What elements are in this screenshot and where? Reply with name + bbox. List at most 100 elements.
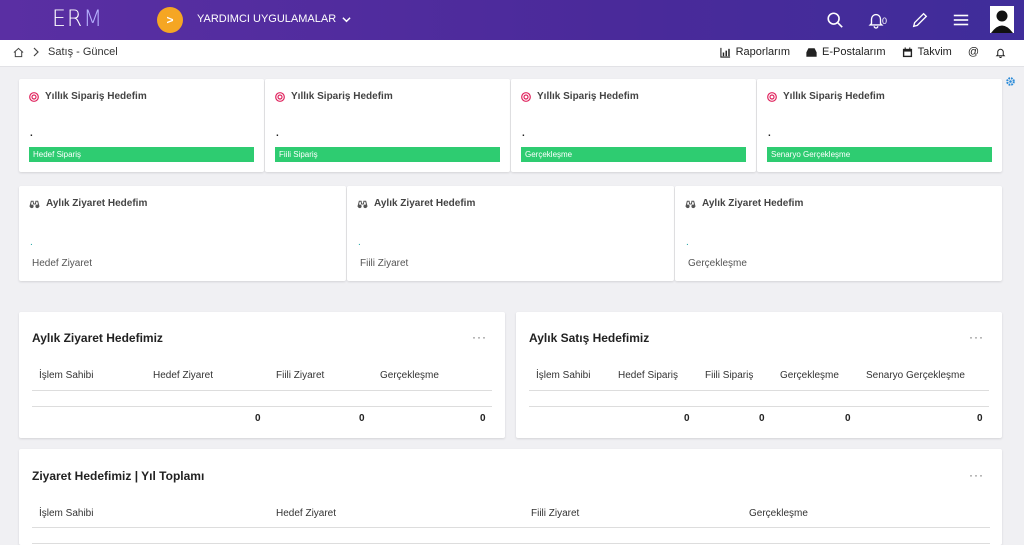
notification-count: 0 <box>882 16 888 26</box>
divider <box>32 527 990 528</box>
calendar-link[interactable]: Takvim <box>902 46 952 58</box>
header-actions: Raporlarım E-Postalarım Takvim @ <box>719 46 1006 58</box>
kpi-card-value: . <box>522 128 525 139</box>
visit-card: Aylık Ziyaret Hedefim . Hedef Ziyaret <box>19 186 346 281</box>
kpi-progress-bar: Gerçekleşme <box>521 147 746 162</box>
column-header[interactable]: Gerçekleşme <box>749 508 808 519</box>
kpi-card: Yıllık Sipariş Hedefim . Senaryo Gerçekl… <box>757 79 1002 172</box>
visit-card-title: Aylık Ziyaret Hedefim <box>374 198 476 209</box>
total-value: 0 <box>977 413 983 424</box>
column-header[interactable]: İşlem Sahibi <box>39 508 93 519</box>
kpi-card: Yıllık Sipariş Hedefim . Fiili Sipariş <box>265 79 510 172</box>
binoculars-icon <box>357 200 368 208</box>
binoculars-icon <box>29 200 40 208</box>
kpi-card: Yıllık Sipariş Hedefim . Gerçekleşme <box>511 79 756 172</box>
search-icon[interactable] <box>823 8 847 32</box>
visit-card: Aylık Ziyaret Hedefim . Gerçekleşme <box>675 186 1002 281</box>
kpi-progress-bar: Hedef Sipariş <box>29 147 254 162</box>
mention-icon[interactable]: @ <box>968 46 979 58</box>
column-header[interactable]: Gerçekleşme <box>380 370 439 381</box>
chevron-down-icon <box>342 16 351 22</box>
column-header[interactable]: Gerçekleşme <box>780 370 839 381</box>
expand-apps-button[interactable]: > <box>157 7 183 33</box>
divider <box>32 390 492 391</box>
bar-chart-icon <box>719 47 730 58</box>
kpi-card-title: Yıllık Sipariş Hedefim <box>45 91 147 102</box>
target-icon <box>29 91 39 102</box>
more-options-icon[interactable]: ··· <box>969 330 984 344</box>
column-header[interactable]: Hedef Ziyaret <box>276 508 336 519</box>
total-value: 0 <box>845 413 851 424</box>
kpi-card-title: Yıllık Sipariş Hedefim <box>783 91 885 102</box>
kpi-card-value: . <box>30 128 33 139</box>
target-icon <box>767 91 777 102</box>
settings-gear-icon[interactable] <box>1005 76 1016 87</box>
alert-bell-icon[interactable] <box>995 47 1006 58</box>
visit-card-title: Aylık Ziyaret Hedefim <box>702 198 804 209</box>
column-header[interactable]: Senaryo Gerçekleşme <box>866 370 965 381</box>
column-header[interactable]: Hedef Sipariş <box>618 370 678 381</box>
apps-dropdown-label: YARDIMCI UYGULAMALAR <box>197 13 337 25</box>
kpi-card-title: Yıllık Sipariş Hedefim <box>537 91 639 102</box>
column-header[interactable]: İşlem Sahibi <box>536 370 590 381</box>
visit-card-label: Gerçekleşme <box>688 258 747 269</box>
breadcrumb: Satış - Güncel <box>13 46 118 58</box>
chevron-right-icon: > <box>166 13 174 27</box>
panel-title: Aylık Satış Hedefimiz <box>529 331 650 345</box>
home-icon[interactable] <box>13 47 24 58</box>
visit-card: Aylık Ziyaret Hedefim . Fiili Ziyaret <box>347 186 674 281</box>
more-options-icon[interactable]: ··· <box>472 330 487 344</box>
target-icon <box>275 91 285 102</box>
chevron-right-icon <box>33 47 39 57</box>
yearly-visit-panel: Ziyaret Hedefimiz | Yıl Toplamı ··· İşle… <box>19 449 1002 545</box>
reports-link[interactable]: Raporlarım <box>719 46 791 58</box>
visit-card-title: Aylık Ziyaret Hedefim <box>46 198 148 209</box>
divider <box>529 406 989 407</box>
total-value: 0 <box>359 413 365 424</box>
apps-dropdown[interactable]: YARDIMCI UYGULAMALAR <box>197 13 351 25</box>
divider <box>529 390 989 391</box>
total-value: 0 <box>684 413 690 424</box>
top-navigation-bar: ERM > YARDIMCI UYGULAMALAR 0 <box>0 0 1024 40</box>
emails-label: E-Postalarım <box>822 46 886 58</box>
column-header[interactable]: Fiili Sipariş <box>705 370 753 381</box>
kpi-card-title: Yıllık Sipariş Hedefim <box>291 91 393 102</box>
column-header[interactable]: Hedef Ziyaret <box>153 370 213 381</box>
kpi-progress-bar: Fiili Sipariş <box>275 147 500 162</box>
panel-title: Aylık Ziyaret Hedefimiz <box>32 331 163 345</box>
edit-pencil-icon[interactable] <box>908 8 932 32</box>
target-icon <box>521 91 531 102</box>
column-header[interactable]: Fiili Ziyaret <box>531 508 579 519</box>
kpi-card: Yıllık Sipariş Hedefim . Hedef Sipariş <box>19 79 264 172</box>
column-header[interactable]: İşlem Sahibi <box>39 370 93 381</box>
divider <box>32 406 492 407</box>
inbox-icon <box>806 47 817 57</box>
panel-title: Ziyaret Hedefimiz | Yıl Toplamı <box>32 469 205 483</box>
visit-card-value: . <box>358 237 361 248</box>
kpi-card-value: . <box>276 128 279 139</box>
kpi-card-value: . <box>768 128 771 139</box>
erm-logo[interactable]: ERM <box>52 7 103 32</box>
binoculars-icon <box>685 200 696 208</box>
calendar-icon <box>902 46 912 57</box>
visit-target-panel: Aylık Ziyaret Hedefimiz ··· İşlem Sahibi… <box>19 312 505 438</box>
divider <box>32 543 990 544</box>
total-value: 0 <box>759 413 765 424</box>
kpi-progress-bar: Senaryo Gerçekleşme <box>767 147 992 162</box>
sales-target-panel: Aylık Satış Hedefimiz ··· İşlem Sahibi H… <box>516 312 1002 438</box>
hamburger-menu-icon[interactable] <box>949 8 973 32</box>
visit-card-value: . <box>30 237 33 248</box>
breadcrumb-current: Satış - Güncel <box>48 46 118 58</box>
column-header[interactable]: Fiili Ziyaret <box>276 370 324 381</box>
breadcrumb-bar: Satış - Güncel Raporlarım E-Postalarım T… <box>0 40 1024 67</box>
visit-card-label: Fiili Ziyaret <box>360 258 409 269</box>
reports-label: Raporlarım <box>735 46 791 58</box>
visit-card-value: . <box>686 237 689 248</box>
emails-link[interactable]: E-Postalarım <box>806 46 886 58</box>
visit-card-label: Hedef Ziyaret <box>32 258 93 269</box>
calendar-label: Takvim <box>917 46 952 58</box>
user-avatar[interactable] <box>990 6 1014 33</box>
total-value: 0 <box>480 413 486 424</box>
total-value: 0 <box>255 413 261 424</box>
more-options-icon[interactable]: ··· <box>969 468 984 482</box>
